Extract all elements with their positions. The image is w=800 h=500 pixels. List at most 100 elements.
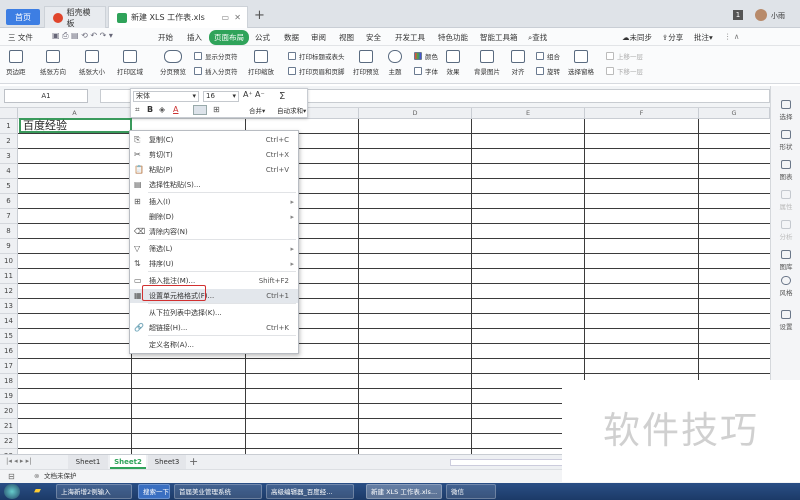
sum-icon[interactable]: Σ — [279, 91, 285, 102]
autosum-button[interactable]: 自动求和▾ — [277, 105, 306, 115]
margins-button[interactable]: 页边距 — [6, 50, 26, 76]
row-header[interactable]: 2 — [0, 134, 18, 149]
align-button[interactable]: 对齐 — [511, 50, 525, 76]
print-area-button[interactable]: 打印区域 — [117, 50, 143, 76]
name-box[interactable]: A1 — [4, 89, 88, 103]
start-button[interactable] — [4, 484, 20, 499]
font-size-select[interactable]: 16 ▾ — [203, 91, 239, 102]
sidebar-property[interactable]: 属性 — [771, 190, 800, 211]
shrink-font-icon[interactable]: A⁻ — [255, 90, 265, 99]
sidebar-chart[interactable]: 图表 — [771, 160, 800, 181]
menu-data[interactable]: 数据 — [284, 32, 299, 43]
sidebar-style[interactable]: 风格 — [771, 276, 800, 297]
row-header[interactable]: 7 — [0, 209, 18, 224]
fill-color-icon[interactable]: ◈ — [159, 105, 165, 114]
grow-font-icon[interactable]: A⁺ — [243, 90, 253, 99]
column-header-g[interactable]: G — [699, 108, 770, 119]
row-header[interactable]: 19 — [0, 389, 18, 404]
comment-button[interactable]: 批注▾ — [694, 32, 713, 43]
row-header[interactable]: 6 — [0, 194, 18, 209]
folder-icon[interactable]: ▰ — [34, 486, 41, 496]
menu-file[interactable]: 三 文件 — [8, 32, 33, 43]
print-header-button[interactable]: 打印页眉和页脚 — [288, 66, 345, 76]
column-header-f[interactable]: F — [585, 108, 699, 119]
row-header[interactable]: 20 — [0, 404, 18, 419]
context-item-paste[interactable]: 📋 粘贴(P) Ctrl+V — [130, 163, 298, 177]
row-header[interactable]: 22 — [0, 434, 18, 449]
row-header[interactable]: 9 — [0, 239, 18, 254]
rotate-button[interactable]: 旋转 — [536, 66, 560, 76]
taskbar-item-wps[interactable]: 新建 XLS 工作表.xls... — [366, 484, 442, 499]
background-button[interactable]: 背景图片 — [474, 50, 500, 76]
paper-size-button[interactable]: 纸张大小 — [79, 50, 105, 76]
bold-icon[interactable]: B — [147, 105, 153, 114]
row-header[interactable]: 11 — [0, 269, 18, 284]
border-icon[interactable]: ⊞ — [213, 105, 220, 114]
sheet-tab-3[interactable]: Sheet3 — [148, 455, 186, 469]
context-item-paste-special[interactable]: ▤ 选择性粘贴(S)... — [130, 178, 298, 192]
row-header[interactable]: 15 — [0, 329, 18, 344]
context-item-insert[interactable]: ⊞ 插入(I) ▸ — [130, 195, 298, 209]
tab-template[interactable]: 稻壳模板 — [44, 6, 106, 28]
taskbar-item-wechat[interactable]: 微信 — [446, 484, 496, 499]
menu-insert[interactable]: 插入 — [187, 32, 202, 43]
menu-page-layout[interactable]: 页面布局 — [209, 30, 249, 45]
sidebar-settings[interactable]: 设置 — [771, 310, 800, 331]
context-item-link[interactable]: 🔗 超链接(H)... Ctrl+K — [130, 321, 298, 335]
row-header[interactable]: 14 — [0, 314, 18, 329]
add-sheet-button[interactable]: + — [189, 455, 198, 468]
show-breaks-checkbox[interactable]: 显示分页符 — [194, 51, 238, 61]
row-header[interactable]: 12 — [0, 284, 18, 299]
print-scale-button[interactable]: 打印缩放 — [248, 50, 274, 76]
macro-icon[interactable]: ⊟ — [8, 470, 15, 483]
column-header-e[interactable]: E — [472, 108, 585, 119]
color-button[interactable]: 颜色 — [414, 51, 438, 61]
orientation-button[interactable]: 纸张方向 — [40, 50, 66, 76]
close-tab-icon[interactable]: ✕ — [234, 13, 241, 22]
menu-view[interactable]: 视图 — [339, 32, 354, 43]
context-item-clear[interactable]: ⌫ 清除内容(N) — [130, 225, 298, 239]
insert-break-button[interactable]: 插入分页符 — [194, 66, 238, 76]
merge-button[interactable]: 合并▾ — [249, 105, 265, 115]
quick-access-icons[interactable]: ▣ ⎙ ▤ ⟲ ↶ ↷ ▾ — [52, 31, 113, 41]
column-header-d[interactable]: D — [359, 108, 472, 119]
menu-start[interactable]: 开始 — [158, 32, 173, 43]
context-item-filter[interactable]: ▽ 筛选(L) ▸ — [130, 242, 298, 256]
context-item-sort[interactable]: ⇅ 排序(U) ▸ — [130, 257, 298, 271]
page-break-preview-button[interactable]: 分页预览 — [160, 50, 186, 76]
row-header[interactable]: 21 — [0, 419, 18, 434]
cell-a1[interactable]: 百度经验 — [19, 118, 132, 133]
select-pane-button[interactable]: 选择窗格 — [568, 50, 594, 76]
avatar[interactable] — [755, 9, 767, 21]
font-color-icon[interactable]: A — [173, 105, 178, 114]
context-item-option-11[interactable]: 从下拉列表中选择(K)... — [130, 306, 298, 320]
row-header[interactable]: 8 — [0, 224, 18, 239]
row-header[interactable]: 4 — [0, 164, 18, 179]
sidebar-shape[interactable]: 形状 — [771, 130, 800, 151]
new-tab-button[interactable]: + — [254, 8, 265, 23]
menu-special[interactable]: 特色功能 — [438, 32, 468, 43]
bring-forward-button[interactable]: 上移一层 — [606, 51, 643, 61]
context-item-copy[interactable]: ⎘ 复制(C) Ctrl+C — [130, 133, 298, 147]
sync-status[interactable]: ☁未同步 — [622, 32, 652, 43]
print-titles-button[interactable]: 打印标题或表头 — [288, 51, 345, 61]
row-header[interactable]: 13 — [0, 299, 18, 314]
theme-button[interactable]: 主题 — [388, 50, 402, 76]
sidebar-select[interactable]: 选择 — [771, 100, 800, 121]
print-preview-button[interactable]: 打印预览 — [353, 50, 379, 76]
context-item-delete[interactable]: 删除(D) ▸ — [130, 210, 298, 224]
row-header[interactable]: 3 — [0, 149, 18, 164]
format-painter-icon[interactable]: ⌗ — [135, 105, 140, 115]
share-button[interactable]: ⇪分享 — [662, 32, 683, 43]
font-button[interactable]: 字体 — [414, 66, 438, 76]
row-header[interactable]: 17 — [0, 359, 18, 374]
menu-formula[interactable]: 公式 — [255, 32, 270, 43]
sheet-tab-1[interactable]: Sheet1 — [68, 455, 108, 469]
search-button[interactable]: ⌕查找 — [528, 32, 547, 43]
taskbar-item-system[interactable]: 首届美业管理系统 — [174, 484, 262, 499]
menu-smart-tools[interactable]: 智能工具箱 — [480, 32, 518, 43]
row-header[interactable]: 1 — [0, 119, 18, 134]
row-header[interactable]: 18 — [0, 374, 18, 389]
sheet-tab-2[interactable]: Sheet2 — [110, 455, 146, 469]
context-item-option-13[interactable]: 定义名称(A)... — [130, 338, 298, 352]
